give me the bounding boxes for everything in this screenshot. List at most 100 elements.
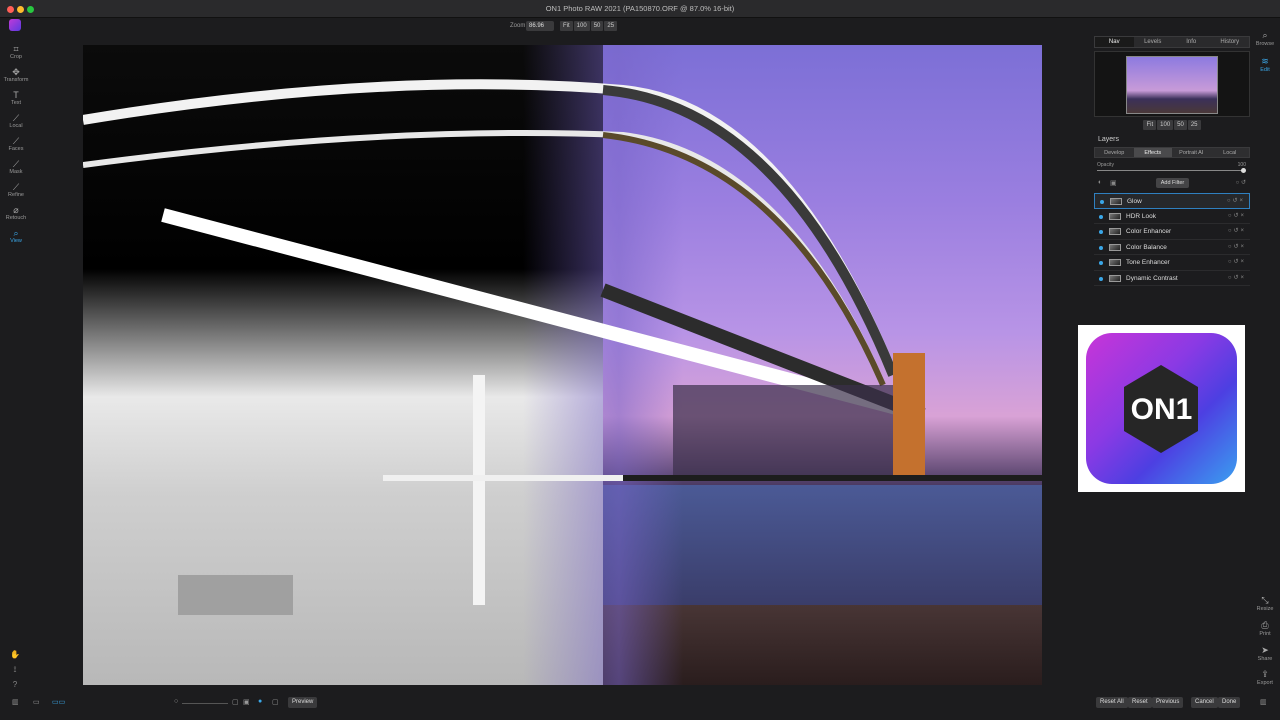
visibility-icon[interactable]: ◐	[1098, 179, 1102, 186]
opacity-slider[interactable]	[1097, 170, 1245, 171]
display-mode-icon[interactable]: ▭	[33, 698, 40, 706]
sample-icon[interactable]: ⟟	[8, 665, 22, 675]
filter-item-color-enhancer[interactable]: Color Enhancer ○↺×	[1094, 224, 1250, 240]
help-icon[interactable]: ?	[8, 680, 22, 689]
tool-view[interactable]: ⌕ View	[0, 228, 32, 251]
opacity-slider-handle[interactable]	[1241, 168, 1246, 173]
bottom-bar: ▥ ▭ ▭▭ ○ ▢ ▣ ● ▢ Preview Reset All Reset…	[0, 694, 1280, 712]
tool-mask[interactable]: ⟋ Mask	[0, 159, 32, 182]
print-button[interactable]: ⎙ Print	[1254, 620, 1276, 637]
filter-controls[interactable]: ○↺×	[1228, 227, 1246, 234]
faces-icon: ⟋	[12, 136, 20, 146]
resize-button[interactable]: ⤡ Resize	[1254, 595, 1276, 612]
tab-nav[interactable]: Nav	[1095, 37, 1134, 47]
filter-controls[interactable]: ○↺×	[1228, 243, 1246, 250]
zoom-fit-button[interactable]: Fit	[560, 21, 573, 31]
filter-stack: Glow ○↺× HDR Look ○↺× Color Enhancer ○↺× Co…	[1094, 193, 1250, 286]
brush-icon: ⟋	[12, 113, 20, 123]
zoom-value-field[interactable]: 86.96	[526, 21, 554, 31]
info-tabs: Nav Levels Info History	[1094, 36, 1250, 48]
hand-icon[interactable]: ✋	[8, 650, 22, 659]
nav-100-button[interactable]: 100	[1157, 120, 1174, 130]
dynamic-contrast-icon	[1109, 274, 1121, 282]
zoom-presets: Fit 100 50 25	[560, 21, 618, 31]
view-icon: ⌕	[13, 228, 19, 238]
filter-item-color-balance[interactable]: Color Balance ○↺×	[1094, 240, 1250, 255]
filter-item-hdr-look[interactable]: HDR Look ○↺×	[1094, 209, 1250, 224]
zoom-25-button[interactable]: 25	[604, 21, 618, 31]
tool-crop[interactable]: ⌗ Crop	[0, 44, 32, 67]
panel-toggle-icon[interactable]: ▥	[12, 698, 19, 706]
filter-controls[interactable]: ○↺×	[1228, 274, 1246, 281]
zoom-50-button[interactable]: 50	[590, 21, 604, 31]
mask-view-icon[interactable]: ▢	[272, 698, 279, 706]
background-color-icon[interactable]: ▢	[232, 698, 239, 706]
compare-icon[interactable]: ▭▭	[52, 698, 65, 706]
filter-enabled-dot[interactable]	[1099, 230, 1103, 234]
crop-icon: ⌗	[13, 44, 19, 54]
filter-item-dynamic-contrast[interactable]: Dynamic Contrast ○↺×	[1094, 271, 1250, 286]
filter-item-tone-enhancer[interactable]: Tone Enhancer ○↺×	[1094, 255, 1250, 271]
reset-all-button[interactable]: Reset All	[1096, 697, 1128, 708]
tab-portrait-ai[interactable]: Portrait AI	[1172, 148, 1211, 157]
tab-local[interactable]: Local	[1211, 148, 1250, 157]
tab-effects[interactable]: Effects	[1133, 148, 1172, 157]
cancel-button[interactable]: Cancel	[1191, 697, 1218, 708]
reset-filters-icon[interactable]: ○ ↺	[1236, 179, 1246, 186]
filter-enabled-dot[interactable]	[1099, 245, 1103, 250]
filter-item-glow[interactable]: Glow ○↺×	[1094, 193, 1250, 209]
zoom-slider-track[interactable]	[182, 703, 228, 704]
edit-icon: ≋	[1261, 56, 1269, 66]
reset-button[interactable]: Reset	[1128, 697, 1152, 708]
layers-heading: Layers	[1098, 136, 1120, 143]
tool-faces[interactable]: ⟋ Faces	[0, 136, 32, 159]
filter-controls[interactable]: ○↺×	[1228, 212, 1246, 219]
filter-enabled-dot[interactable]	[1099, 276, 1103, 281]
zoom-bar: Zoom 86.96 Fit 100 50 25	[0, 21, 1280, 32]
navigator-zoom-presets: Fit 100 50 25	[1094, 120, 1250, 130]
nav-fit-button[interactable]: Fit	[1143, 120, 1157, 130]
opacity-control: Opacity 100	[1094, 162, 1250, 174]
module-tabs: Develop Effects Portrait AI Local	[1094, 147, 1250, 158]
tool-retouch[interactable]: ⌀ Retouch	[0, 205, 32, 228]
filter-enabled-dot[interactable]	[1100, 200, 1104, 204]
navigator-thumbnail[interactable]	[1126, 56, 1218, 114]
tool-refine[interactable]: ⟋ Refine	[0, 182, 32, 205]
mask-toggle-icon[interactable]: ▣	[1110, 179, 1117, 187]
tab-history[interactable]: History	[1210, 37, 1249, 47]
color-balance-icon	[1109, 243, 1121, 251]
browse-button[interactable]: ⌕ Browse	[1254, 30, 1276, 47]
filter-controls[interactable]: ○↺×	[1227, 197, 1245, 204]
nav-25-button[interactable]: 25	[1187, 120, 1201, 130]
image-canvas[interactable]	[83, 45, 1042, 685]
export-button[interactable]: ⇪ Export	[1254, 669, 1276, 686]
done-button[interactable]: Done	[1218, 697, 1241, 708]
zoom-slider-handle[interactable]: ○	[174, 698, 178, 705]
tool-local[interactable]: ⟋ Local	[0, 113, 32, 136]
color-enhancer-icon	[1109, 228, 1121, 235]
alpha-icon[interactable]: ▣	[243, 698, 250, 706]
tool-transform[interactable]: ✥ Transform	[0, 67, 32, 90]
filter-enabled-dot[interactable]	[1099, 214, 1103, 219]
logo-text: ON1	[1130, 393, 1193, 426]
edit-button[interactable]: ≋ Edit	[1254, 56, 1276, 73]
navigator-preview[interactable]	[1094, 51, 1250, 117]
refine-icon: ⟋	[12, 182, 20, 192]
hide-panel-icon[interactable]: ▥	[1260, 698, 1267, 706]
nav-50-button[interactable]: 50	[1174, 120, 1187, 130]
previous-button[interactable]: Previous	[1152, 697, 1184, 708]
active-view-icon[interactable]: ●	[258, 698, 262, 705]
add-filter-button[interactable]: Add Filter	[1156, 178, 1189, 188]
zoom-100-button[interactable]: 100	[573, 21, 590, 31]
share-button[interactable]: ➤ Share	[1254, 645, 1276, 662]
text-icon: T	[13, 90, 19, 100]
filter-controls[interactable]: ○↺×	[1228, 258, 1246, 265]
preview-button[interactable]: Preview	[288, 697, 318, 708]
filter-enabled-dot[interactable]	[1099, 261, 1103, 265]
tab-develop[interactable]: Develop	[1095, 148, 1134, 157]
share-icon: ➤	[1261, 645, 1269, 655]
on1-logo-card: ON1	[1078, 325, 1245, 492]
tool-text[interactable]: T Text	[0, 90, 32, 113]
tab-info[interactable]: Info	[1172, 37, 1211, 47]
tab-levels[interactable]: Levels	[1133, 37, 1172, 47]
